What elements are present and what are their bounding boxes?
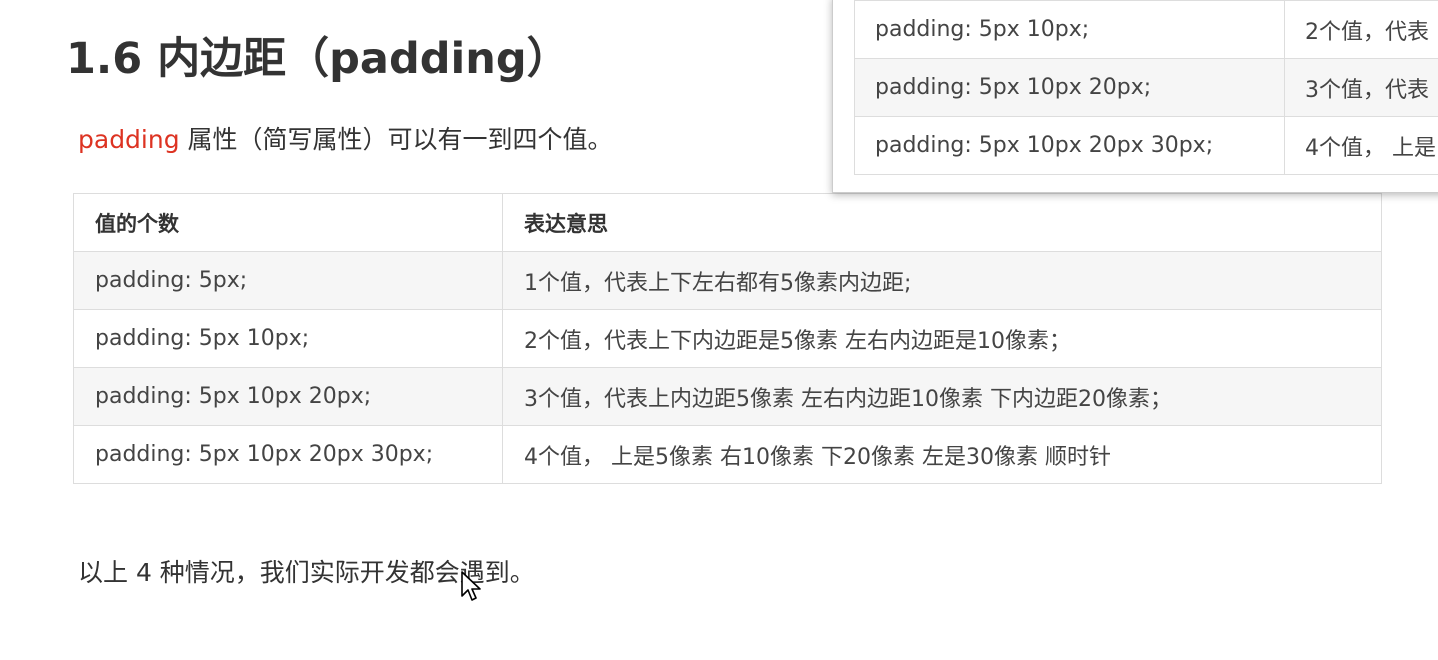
table-cell-meaning: 4个值， 上是5像素 右10像素 下20像素 左是30像素 顺时针 — [502, 425, 1382, 484]
table-cell-code: padding: 5px 10px; — [73, 309, 503, 368]
popup-cell-code: padding: 5px 10px 20px; — [854, 58, 1285, 117]
padding-values-table: 值的个数 表达意思 padding: 5px; 1个值，代表上下左右都有5像素内… — [73, 193, 1382, 484]
popup-table: padding: 5px 10px; 2个值，代表 padding: 5px 1… — [854, 0, 1438, 175]
table-cell-code: padding: 5px 10px 20px 30px; — [73, 425, 503, 484]
table-cell-meaning: 3个值，代表上内边距5像素 左右内边距10像素 下内边距20像素； — [502, 367, 1382, 426]
popup-cell-meaning: 4个值， 上是 — [1284, 116, 1438, 175]
padding-keyword: padding — [78, 125, 180, 154]
popup-cell-code: padding: 5px 10px 20px 30px; — [854, 116, 1285, 175]
page-title: 1.6 内边距（padding） — [66, 34, 570, 84]
table-cell-meaning: 2个值，代表上下内边距是5像素 左右内边距是10像素； — [502, 309, 1382, 368]
popup-table-row: padding: 5px 10px 20px; 3个值，代表 — [854, 58, 1438, 117]
intro-paragraph: padding 属性（简写属性）可以有一到四个值。 — [78, 120, 613, 156]
header-value-count: 值的个数 — [73, 193, 503, 252]
popup-table-row: padding: 5px 10px; 2个值，代表 — [854, 0, 1438, 59]
table-row: padding: 5px 10px; 2个值，代表上下内边距是5像素 左右内边距… — [73, 309, 1382, 368]
floating-table-popup[interactable]: padding: 5px 10px; 2个值，代表 padding: 5px 1… — [832, 0, 1438, 193]
table-cell-code: padding: 5px 10px 20px; — [73, 367, 503, 426]
table-cell-meaning: 1个值，代表上下左右都有5像素内边距; — [502, 251, 1382, 310]
table-row: padding: 5px; 1个值，代表上下左右都有5像素内边距; — [73, 251, 1382, 310]
mouse-cursor-icon — [461, 571, 481, 601]
table-cell-code: padding: 5px; — [73, 251, 503, 310]
popup-cell-meaning: 2个值，代表 — [1284, 0, 1438, 59]
popup-table-row: padding: 5px 10px 20px 30px; 4个值， 上是 — [854, 116, 1438, 175]
table-row: padding: 5px 10px 20px; 3个值，代表上内边距5像素 左右… — [73, 367, 1382, 426]
popup-cell-code: padding: 5px 10px; — [854, 0, 1285, 59]
table-header-row: 值的个数 表达意思 — [73, 193, 1382, 252]
table-row: padding: 5px 10px 20px 30px; 4个值， 上是5像素 … — [73, 425, 1382, 484]
intro-text: 属性（简写属性）可以有一到四个值。 — [179, 125, 613, 154]
header-meaning: 表达意思 — [502, 193, 1382, 252]
popup-cell-meaning: 3个值，代表 — [1284, 58, 1438, 117]
